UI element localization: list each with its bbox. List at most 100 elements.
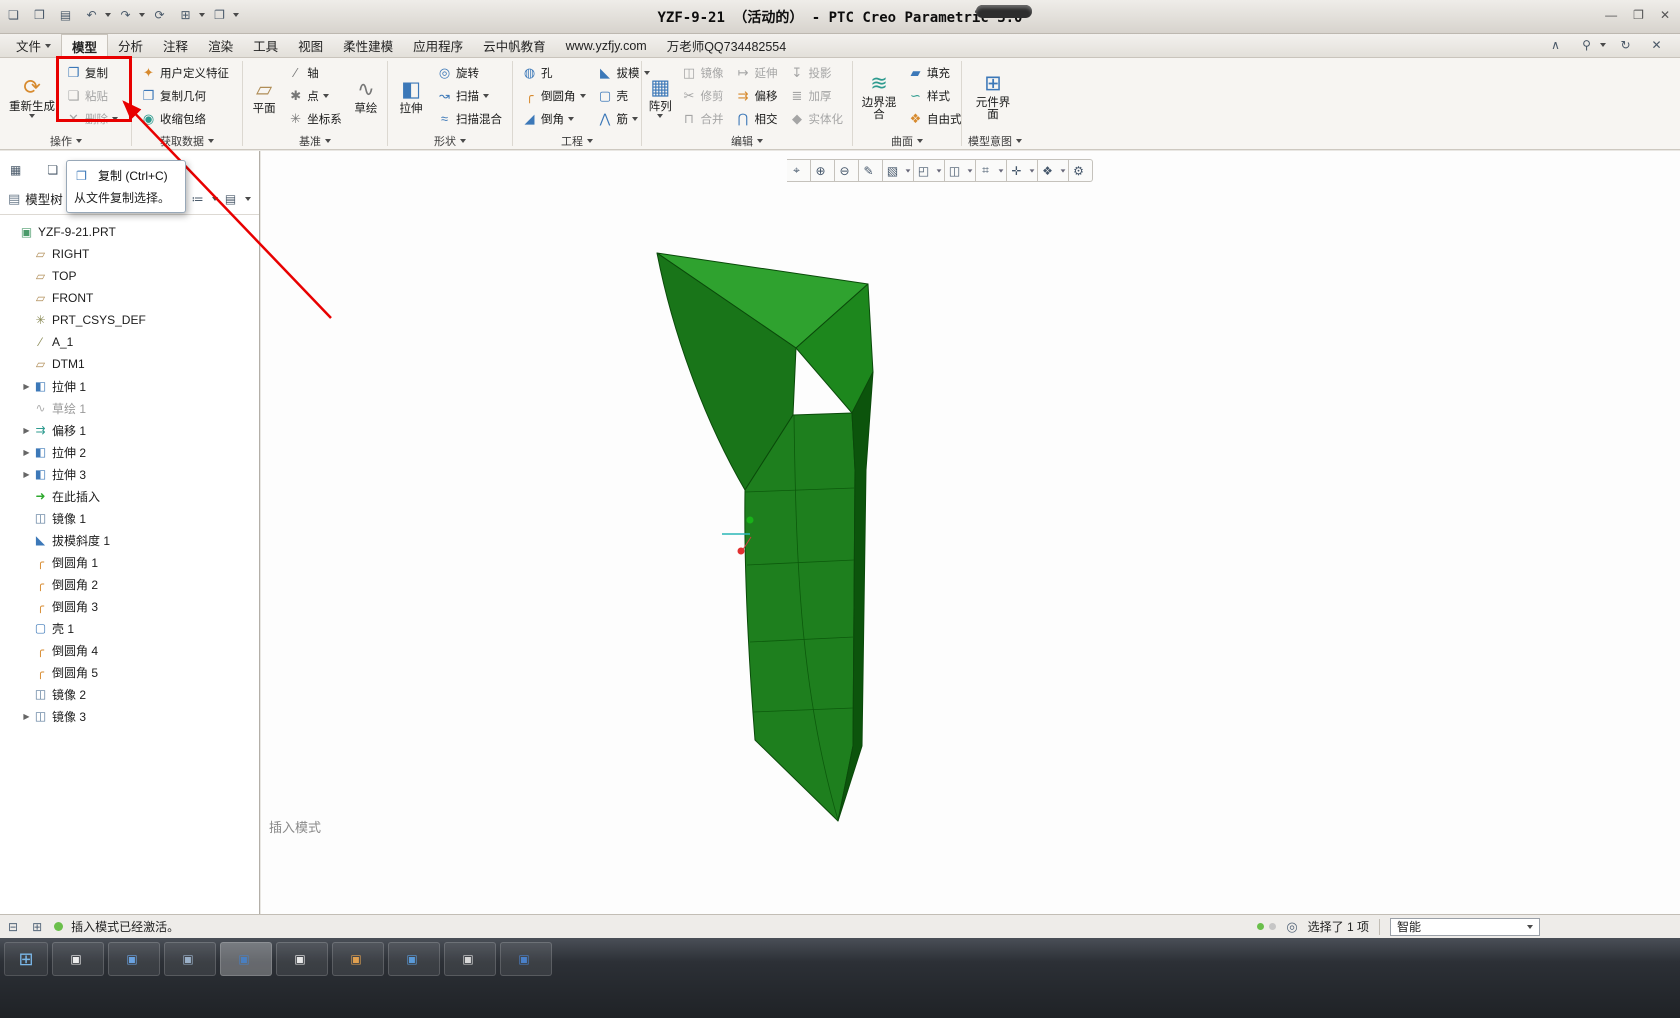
- trim-button[interactable]: ✂ 修剪: [677, 84, 729, 107]
- expand-arrow-icon[interactable]: ▶: [20, 382, 33, 391]
- ribbon-utility-button[interactable]: ∧: [1548, 38, 1567, 52]
- fill-button[interactable]: ▰ 填充: [903, 61, 967, 84]
- ribbon-tab[interactable]: 柔性建模: [333, 34, 403, 57]
- minimize-button[interactable]: —: [1605, 8, 1617, 22]
- group-label-datum[interactable]: 基准: [244, 132, 386, 149]
- tree-item[interactable]: ▶ ◧ 拉伸 3: [0, 463, 259, 485]
- revolve-button[interactable]: ◎ 旋转: [432, 61, 507, 84]
- view-toolbar-button[interactable]: ◫: [945, 159, 976, 182]
- quick-access-button[interactable]: ❏: [6, 8, 25, 22]
- thicken-button[interactable]: ≣ 加厚: [785, 84, 849, 107]
- view-toolbar-button[interactable]: ❖: [1038, 159, 1069, 182]
- solidify-button[interactable]: ◆ 实体化: [785, 107, 849, 130]
- group-label-shapes[interactable]: 形状: [389, 132, 511, 149]
- ribbon-tab[interactable]: 注释: [153, 34, 198, 57]
- selection-filter-dropdown[interactable]: 智能: [1390, 918, 1540, 936]
- shrinkwrap-button[interactable]: ◉ 收缩包络: [136, 107, 234, 130]
- hole-button[interactable]: ◍ 孔: [517, 61, 591, 84]
- copy-geometry-button[interactable]: ❒ 复制几何: [136, 84, 234, 107]
- tree-item[interactable]: ▶ ▱ TOP: [0, 265, 259, 287]
- taskbar-app-button[interactable]: ▣: [108, 942, 160, 976]
- tree-item[interactable]: ▶ ▢ 壳 1: [0, 617, 259, 639]
- quick-access-button[interactable]: ⟳: [152, 8, 171, 22]
- taskbar-app-button[interactable]: ▣: [276, 942, 328, 976]
- group-label-engineering[interactable]: 工程: [514, 132, 640, 149]
- find-icon[interactable]: ◎: [1286, 919, 1297, 935]
- quick-access-button[interactable]: ⊞: [178, 8, 205, 22]
- quick-access-button[interactable]: ▤: [58, 8, 77, 22]
- component-interface-button[interactable]: ⊞ 元件界面: [966, 61, 1020, 132]
- tree-filter-button[interactable]: ≔: [190, 192, 218, 206]
- tree-item[interactable]: ▶ ◫ 镜像 3: [0, 705, 259, 727]
- view-toolbar-button[interactable]: ⌗: [976, 159, 1007, 182]
- expand-arrow-icon[interactable]: ▶: [20, 470, 33, 479]
- tree-item[interactable]: ▶ ╭ 倒圆角 1: [0, 551, 259, 573]
- tree-item[interactable]: ▶ ◫ 镜像 2: [0, 683, 259, 705]
- swept-blend-button[interactable]: ≈ 扫描混合: [432, 107, 507, 130]
- ribbon-tab[interactable]: 模型: [61, 34, 108, 57]
- view-toolbar-button[interactable]: ▧: [883, 159, 914, 182]
- tree-item[interactable]: ▶ ∿ 草绘 1: [0, 397, 259, 419]
- plane-button[interactable]: ▱ 平面: [247, 61, 281, 132]
- view-toolbar-button[interactable]: ◰: [914, 159, 945, 182]
- boundary-blend-button[interactable]: ≋ 边界混合: [857, 61, 901, 132]
- ribbon-tab[interactable]: 工具: [243, 34, 288, 57]
- view-toolbar-button[interactable]: ⌖: [787, 159, 811, 182]
- tree-item[interactable]: ▶ ▣ YZF-9-21.PRT: [0, 221, 259, 243]
- maximize-button[interactable]: ❐: [1633, 8, 1644, 22]
- taskbar-app-button[interactable]: ▣: [164, 942, 216, 976]
- view-toolbar-button[interactable]: ✛: [1007, 159, 1038, 182]
- tree-item[interactable]: ▶ ⇉ 偏移 1: [0, 419, 259, 441]
- tree-item[interactable]: ▶ ╭ 倒圆角 2: [0, 573, 259, 595]
- taskbar-app-button[interactable]: ▣: [444, 942, 496, 976]
- ribbon-utility-button[interactable]: ⚲: [1579, 38, 1606, 52]
- chamfer-button[interactable]: ◢ 倒角: [517, 107, 591, 130]
- quick-access-button[interactable]: ↷: [118, 8, 145, 22]
- expand-arrow-icon[interactable]: ▶: [20, 426, 33, 435]
- tree-item[interactable]: ▶ ◫ 镜像 1: [0, 507, 259, 529]
- group-label-editing[interactable]: 编辑: [643, 132, 851, 149]
- regenerate-button[interactable]: ⟳ 重新生成: [5, 61, 59, 132]
- tree-item[interactable]: ▶ ✳ PRT_CSYS_DEF: [0, 309, 259, 331]
- tree-item[interactable]: ▶ ╭ 倒圆角 4: [0, 639, 259, 661]
- expand-arrow-icon[interactable]: ▶: [20, 712, 33, 721]
- taskbar-app-button[interactable]: ▣: [500, 942, 552, 976]
- point-button[interactable]: ✱ 点: [283, 84, 347, 107]
- ribbon-tab[interactable]: 分析: [108, 34, 153, 57]
- extend-button[interactable]: ↦ 延伸: [731, 61, 783, 84]
- taskbar-app-button[interactable]: ▣: [220, 942, 272, 976]
- group-label-surfaces[interactable]: 曲面: [854, 132, 960, 149]
- expand-arrow-icon[interactable]: ▶: [20, 448, 33, 457]
- extrude-button[interactable]: ◧ 拉伸: [392, 61, 430, 132]
- project-button[interactable]: ↧ 投影: [785, 61, 849, 84]
- quick-access-button[interactable]: ❐: [212, 8, 239, 22]
- udf-button[interactable]: ✦ 用户定义特征: [136, 61, 234, 84]
- panel-toolbar-button[interactable]: ❏: [47, 161, 62, 178]
- csys-button[interactable]: ✳ 坐标系: [283, 107, 347, 130]
- round-button[interactable]: ╭ 倒圆角: [517, 84, 591, 107]
- tree-item[interactable]: ▶ ◧ 拉伸 1: [0, 375, 259, 397]
- freestyle-button[interactable]: ❖ 自由式: [903, 107, 967, 130]
- group-label-model-intent[interactable]: 模型意图: [963, 132, 1027, 149]
- pattern-button[interactable]: ▦ 阵列: [646, 61, 675, 132]
- quick-access-button[interactable]: ↶: [84, 8, 111, 22]
- mirror-button[interactable]: ◫ 镜像: [677, 61, 729, 84]
- view-toolbar-button[interactable]: ✎: [859, 159, 883, 182]
- taskbar-app-button[interactable]: ▣: [52, 942, 104, 976]
- ribbon-tab[interactable]: 万老师QQ734482554: [657, 34, 797, 57]
- tree-item[interactable]: ▶ ◧ 拉伸 2: [0, 441, 259, 463]
- graphics-area[interactable]: ⌖ ⊕ ⊖ ✎ ▧ ◰ ◫: [261, 151, 1680, 938]
- merge-button[interactable]: ⊓ 合并: [677, 107, 729, 130]
- tree-settings-button[interactable]: ▤: [223, 192, 251, 206]
- tree-item[interactable]: ▶ ▱ DTM1: [0, 353, 259, 375]
- close-button[interactable]: ✕: [1660, 8, 1670, 22]
- axis-button[interactable]: ⁄ 轴: [283, 61, 347, 84]
- ribbon-tab[interactable]: www.yzfjy.com: [556, 34, 657, 57]
- tree-item[interactable]: ▶ ▱ RIGHT: [0, 243, 259, 265]
- intersect-button[interactable]: ⋂ 相交: [731, 107, 783, 130]
- delete-button[interactable]: ✕ 删除: [61, 107, 123, 130]
- quick-access-button[interactable]: ❒: [32, 8, 51, 22]
- sketch-button[interactable]: ∿ 草绘: [349, 61, 383, 132]
- tree-item[interactable]: ▶ ➜ 在此插入: [0, 485, 259, 507]
- ribbon-tab[interactable]: 应用程序: [403, 34, 473, 57]
